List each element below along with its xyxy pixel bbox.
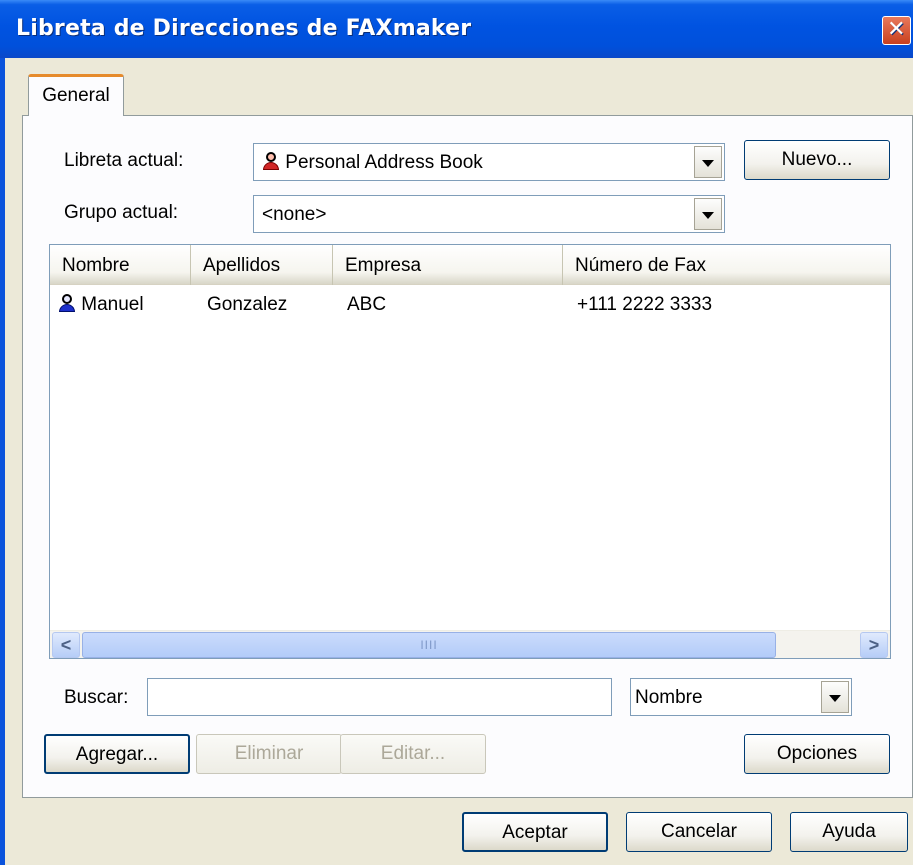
libreta-dropdown-button[interactable] — [694, 146, 722, 178]
scroll-left-button[interactable]: < — [52, 632, 80, 658]
scroll-right-button[interactable]: > — [860, 632, 888, 658]
close-icon: ✕ — [887, 17, 906, 42]
column-header-empresa[interactable]: Empresa — [333, 245, 563, 285]
grupo-select-value: <none> — [262, 204, 327, 225]
chevron-down-icon — [702, 160, 714, 168]
eliminar-button[interactable]: Eliminar — [196, 734, 342, 774]
column-header-fax[interactable]: Número de Fax — [563, 245, 890, 285]
nuevo-button[interactable]: Nuevo... — [744, 140, 890, 180]
cell-apellidos: Gonzalez — [207, 294, 288, 315]
ayuda-button[interactable]: Ayuda — [790, 812, 908, 852]
title-bar: Libreta de Direcciones de FAXmaker ✕ — [0, 0, 913, 58]
close-button[interactable]: ✕ — [882, 16, 911, 45]
tab-general[interactable]: General — [28, 74, 124, 116]
search-field-dropdown-button[interactable] — [821, 681, 849, 713]
search-field-value: Nombre — [635, 687, 703, 708]
libreta-label: Libreta actual: — [64, 150, 184, 171]
libreta-select[interactable]: Personal Address Book — [253, 143, 725, 181]
window-border — [0, 58, 5, 865]
grupo-label: Grupo actual: — [64, 202, 179, 223]
cell-nombre-text: Manuel — [81, 294, 144, 315]
column-header-apellidos[interactable]: Apellidos — [191, 245, 333, 285]
chevron-right-icon: > — [868, 635, 880, 655]
aceptar-button[interactable]: Aceptar — [462, 812, 608, 852]
column-header-nombre[interactable]: Nombre — [50, 245, 191, 285]
window-title: Libreta de Direcciones de FAXmaker — [16, 16, 472, 41]
cancelar-button[interactable]: Cancelar — [626, 812, 772, 852]
libreta-select-value-wrap: Personal Address Book — [262, 152, 483, 174]
scrollbar-thumb[interactable]: IIII — [82, 632, 776, 658]
opciones-button[interactable]: Opciones — [744, 734, 890, 774]
horizontal-scrollbar[interactable]: < IIII > — [50, 630, 890, 658]
grip-icon: IIII — [420, 638, 438, 652]
chevron-down-icon — [829, 695, 841, 703]
person-red-icon — [262, 152, 280, 170]
contacts-list[interactable]: Nombre Apellidos Empresa Número de Fax M… — [49, 244, 891, 659]
editar-button[interactable]: Editar... — [340, 734, 486, 774]
search-field-select[interactable]: Nombre — [630, 678, 852, 716]
list-header: Nombre Apellidos Empresa Número de Fax — [50, 245, 890, 285]
cell-nombre: Manuel — [58, 289, 144, 321]
search-input[interactable] — [147, 678, 612, 716]
grupo-select[interactable]: <none> — [253, 195, 725, 233]
chevron-down-icon — [702, 212, 714, 220]
person-blue-icon — [58, 294, 76, 312]
libreta-select-value: Personal Address Book — [285, 152, 483, 173]
cell-fax: +111 2222 3333 — [577, 294, 713, 315]
grupo-dropdown-button[interactable] — [694, 198, 722, 230]
agregar-button[interactable]: Agregar... — [44, 734, 190, 774]
tab-general-label: General — [42, 85, 110, 106]
table-row[interactable]: Manuel Gonzalez ABC +111 2222 3333 — [50, 289, 890, 321]
cell-empresa: ABC — [347, 294, 387, 315]
chevron-left-icon: < — [60, 635, 72, 655]
buscar-label: Buscar: — [64, 687, 129, 708]
